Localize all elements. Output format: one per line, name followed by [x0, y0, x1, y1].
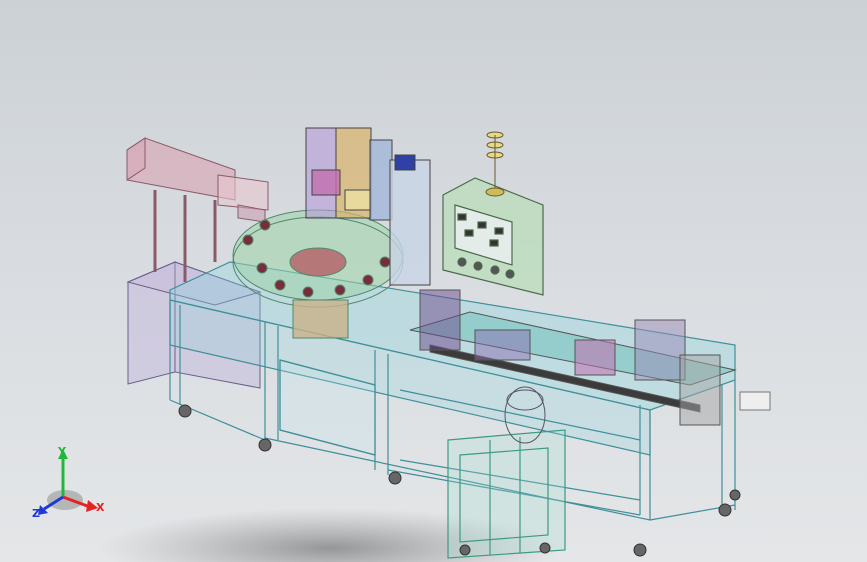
triad-base	[47, 490, 83, 510]
axis-triad: Y X Z	[32, 445, 105, 520]
front-subframe[interactable]	[447, 429, 566, 559]
y-axis-label: Y	[57, 445, 67, 458]
3d-viewport[interactable]: Y X Z	[0, 0, 867, 562]
x-axis-label: X	[96, 501, 105, 514]
machine-assembly-model[interactable]	[0, 0, 867, 562]
z-axis-label: Z	[32, 507, 40, 520]
